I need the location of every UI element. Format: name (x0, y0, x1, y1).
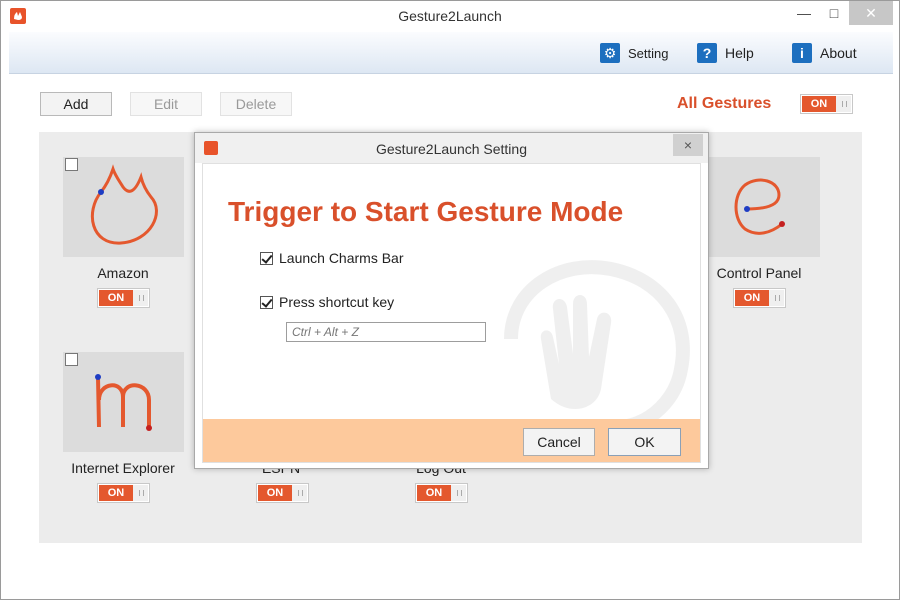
gesture-toggle-espn[interactable]: ON (256, 483, 309, 503)
toggle-on-label: ON (417, 485, 451, 501)
gesture-toggle-internet-explorer[interactable]: ON (97, 483, 150, 503)
dialog-close-button[interactable]: × (673, 134, 703, 156)
gesture-tile-control-panel[interactable] (699, 157, 820, 257)
toggle-on-label: ON (735, 290, 769, 306)
shortcut-key-input[interactable]: Ctrl + Alt + Z (286, 322, 486, 342)
minimize-button[interactable]: — (789, 1, 819, 25)
toggle-knob (133, 290, 148, 306)
dialog-body: Trigger to Start Gesture Mode Launch Cha… (202, 163, 701, 463)
menu-setting[interactable]: ⚙ Setting (600, 42, 668, 64)
maximize-button[interactable]: □ (819, 1, 849, 25)
dialog-title: Gesture2Launch Setting (376, 141, 527, 157)
edit-button[interactable]: Edit (130, 92, 202, 116)
gesture-tile-amazon[interactable] (63, 157, 184, 257)
toggle-on-label: ON (99, 485, 133, 501)
all-gestures-label: All Gestures (677, 95, 772, 112)
close-button[interactable]: ✕ (849, 1, 893, 25)
option-launch-charms-bar[interactable]: Launch Charms Bar (260, 250, 404, 266)
window-title: Gesture2Launch (398, 8, 502, 24)
gesture-checkbox-amazon[interactable] (65, 158, 78, 171)
amazon-gesture-icon (90, 164, 158, 245)
delete-button[interactable]: Delete (220, 92, 292, 116)
menu-help[interactable]: ? Help (697, 42, 754, 64)
option-press-shortcut-key[interactable]: Press shortcut key (260, 294, 394, 310)
launch-charms-label: Launch Charms Bar (279, 250, 404, 266)
menu-about[interactable]: i About (792, 42, 857, 64)
cancel-button[interactable]: Cancel (523, 428, 595, 456)
toggle-knob (451, 485, 466, 501)
shortcut-key-checkbox[interactable] (260, 295, 273, 309)
setting-dialog: Gesture2Launch Setting × Trigger to Star… (194, 132, 709, 469)
dialog-title-bar: Gesture2Launch Setting × (195, 133, 708, 163)
toggle-knob (769, 290, 784, 306)
all-gestures-toggle[interactable]: ON (800, 94, 853, 114)
e-gesture-icon (734, 178, 785, 235)
launch-charms-checkbox[interactable] (260, 251, 273, 265)
menu-help-label: Help (725, 45, 754, 61)
dialog-footer: Cancel OK (203, 419, 700, 462)
m-gesture-icon (95, 374, 152, 431)
toggle-on-label: ON (802, 96, 836, 112)
info-icon: i (792, 43, 812, 63)
add-button[interactable]: Add (40, 92, 112, 116)
ok-button[interactable]: OK (608, 428, 681, 456)
gear-icon: ⚙ (600, 43, 620, 63)
toggle-on-label: ON (99, 290, 133, 306)
gesture-tile-internet-explorer[interactable] (63, 352, 184, 452)
menu-bar: ⚙ Setting ? Help i About (9, 32, 893, 74)
title-bar: Gesture2Launch — □ ✕ (1, 1, 899, 32)
gesture-toggle-control-panel[interactable]: ON (733, 288, 786, 308)
toggle-on-label: ON (258, 485, 292, 501)
shortcut-key-label: Press shortcut key (279, 294, 395, 310)
app-window: Gesture2Launch — □ ✕ ⚙ Setting ? Help i … (0, 0, 900, 600)
toggle-knob (292, 485, 307, 501)
hand-watermark-icon (504, 260, 690, 429)
help-icon: ? (697, 43, 717, 63)
gesture-toggle-amazon[interactable]: ON (97, 288, 150, 308)
menu-about-label: About (820, 45, 857, 61)
gesture-label-amazon: Amazon (97, 265, 149, 281)
menu-setting-label: Setting (628, 45, 669, 61)
gesture-label-internet-explorer: Internet Explorer (71, 460, 175, 476)
dialog-heading: Trigger to Start Gesture Mode (228, 196, 624, 227)
gesture-toggle-log-out[interactable]: ON (415, 483, 468, 503)
toggle-knob (836, 96, 851, 112)
toggle-knob (133, 485, 148, 501)
gesture-checkbox-internet-explorer[interactable] (65, 353, 78, 366)
